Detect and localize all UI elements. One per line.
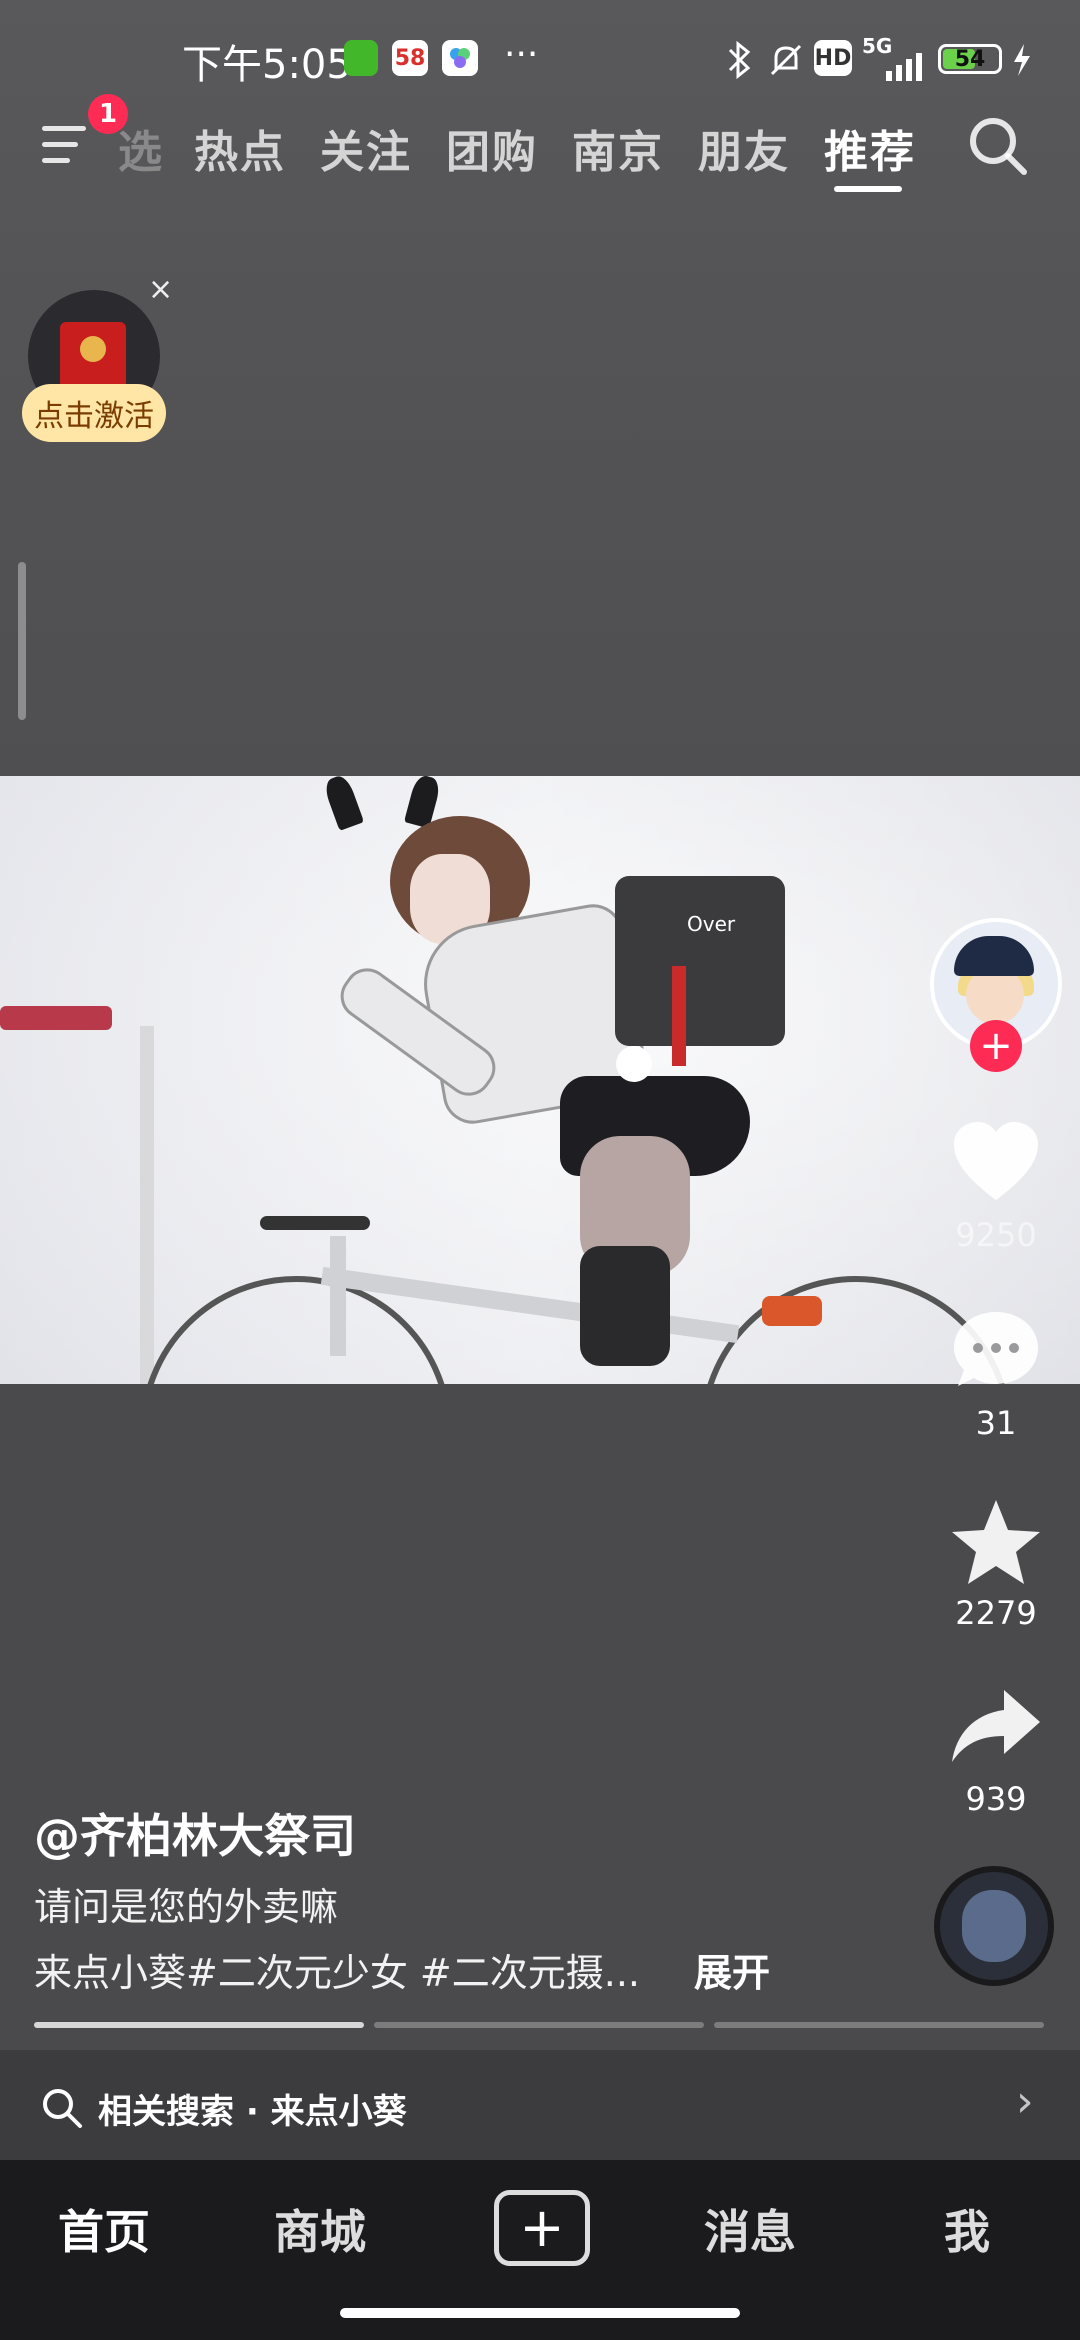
menu-line [42,158,70,163]
music-disc-figure [962,1890,1026,1962]
wechat-icon [344,40,378,76]
create-plus-icon[interactable]: + [494,2190,590,2266]
menu-line [42,142,78,147]
bottom-background [0,1382,1080,2162]
active-tab-indicator [834,186,902,192]
video-player[interactable]: Over [0,776,1080,1384]
comment-bubble-icon[interactable] [948,1308,1044,1392]
post-description: 请问是您的外卖嘛 [34,1885,339,1929]
tab-hot[interactable]: 热点 [194,116,286,180]
status-bar: 下午5:05 58 ··· HD 5G 54 [0,0,1080,110]
home-indicator [340,2308,740,2318]
tab-friends[interactable]: 朋友 [698,116,790,180]
promo-close-icon[interactable]: × [148,272,173,307]
bike-fork [330,1236,346,1356]
hd-icon: HD [814,40,852,76]
backpack-strap [672,966,686,1066]
tab-group-buy[interactable]: 团购 [446,116,538,180]
progress-segment [34,2022,364,2028]
nav-home[interactable]: 首页 [58,2196,150,2262]
progress-segment [714,2022,1044,2028]
tab-nanjing[interactable]: 南京 [572,116,664,180]
backpack-logo: Over [687,912,736,936]
delivery-backpack: Over [615,876,785,1046]
handlebar [260,1216,370,1230]
envelope-seal [80,336,106,362]
signal-icon [878,46,928,90]
promo-activate-label[interactable]: 点击激活 [22,384,166,442]
app58-icon: 58 [392,40,428,76]
related-search-text: 相关搜索 · 来点小葵 [98,2092,407,2132]
railing-top [0,1006,112,1030]
follow-plus-button[interactable]: + [970,1020,1022,1072]
expand-button[interactable]: 展开 [694,1942,770,1997]
tab-follow[interactable]: 关注 [320,116,412,180]
menu-button[interactable] [38,118,98,168]
search-icon[interactable] [966,114,1030,178]
search-icon [40,2086,84,2134]
favorite-star-icon[interactable] [948,1498,1044,1586]
railing-post [140,1026,154,1384]
mute-bell-icon [766,40,806,89]
rider-boot [580,1246,670,1366]
author-name[interactable]: @齐柏林大祭司 [34,1800,356,1866]
bunny-tail [616,1046,652,1082]
nav-mall[interactable]: 商城 [274,2196,366,2262]
menu-line [42,126,86,131]
progress-segment [374,2022,704,2028]
rider-shoe [762,1296,822,1326]
like-heart-icon[interactable] [948,1120,1044,1204]
like-count: 9250 [955,1216,1037,1254]
comment-count: 31 [975,1404,1017,1442]
scroll-indicator [18,562,26,720]
bluetooth-icon [724,40,754,89]
more-status-icon: ··· [504,34,539,75]
charging-icon [1010,42,1034,87]
flower-app-icon [442,40,478,76]
share-count: 939 [965,1780,1027,1818]
battery-icon: 54 [938,44,1002,74]
chevron-right-icon: › [1016,2076,1034,2127]
tab-partial[interactable]: 选 [118,116,164,180]
status-time: 下午5:05 [182,42,352,88]
nav-me[interactable]: 我 [944,2196,990,2262]
share-arrow-icon[interactable] [948,1686,1044,1766]
nav-messages[interactable]: 消息 [704,2196,796,2262]
favorite-count: 2279 [955,1594,1037,1632]
tab-recommend[interactable]: 推荐 [824,116,916,180]
post-hashtags[interactable]: 来点小葵#二次元少女 #二次元摄... [34,1942,640,1997]
